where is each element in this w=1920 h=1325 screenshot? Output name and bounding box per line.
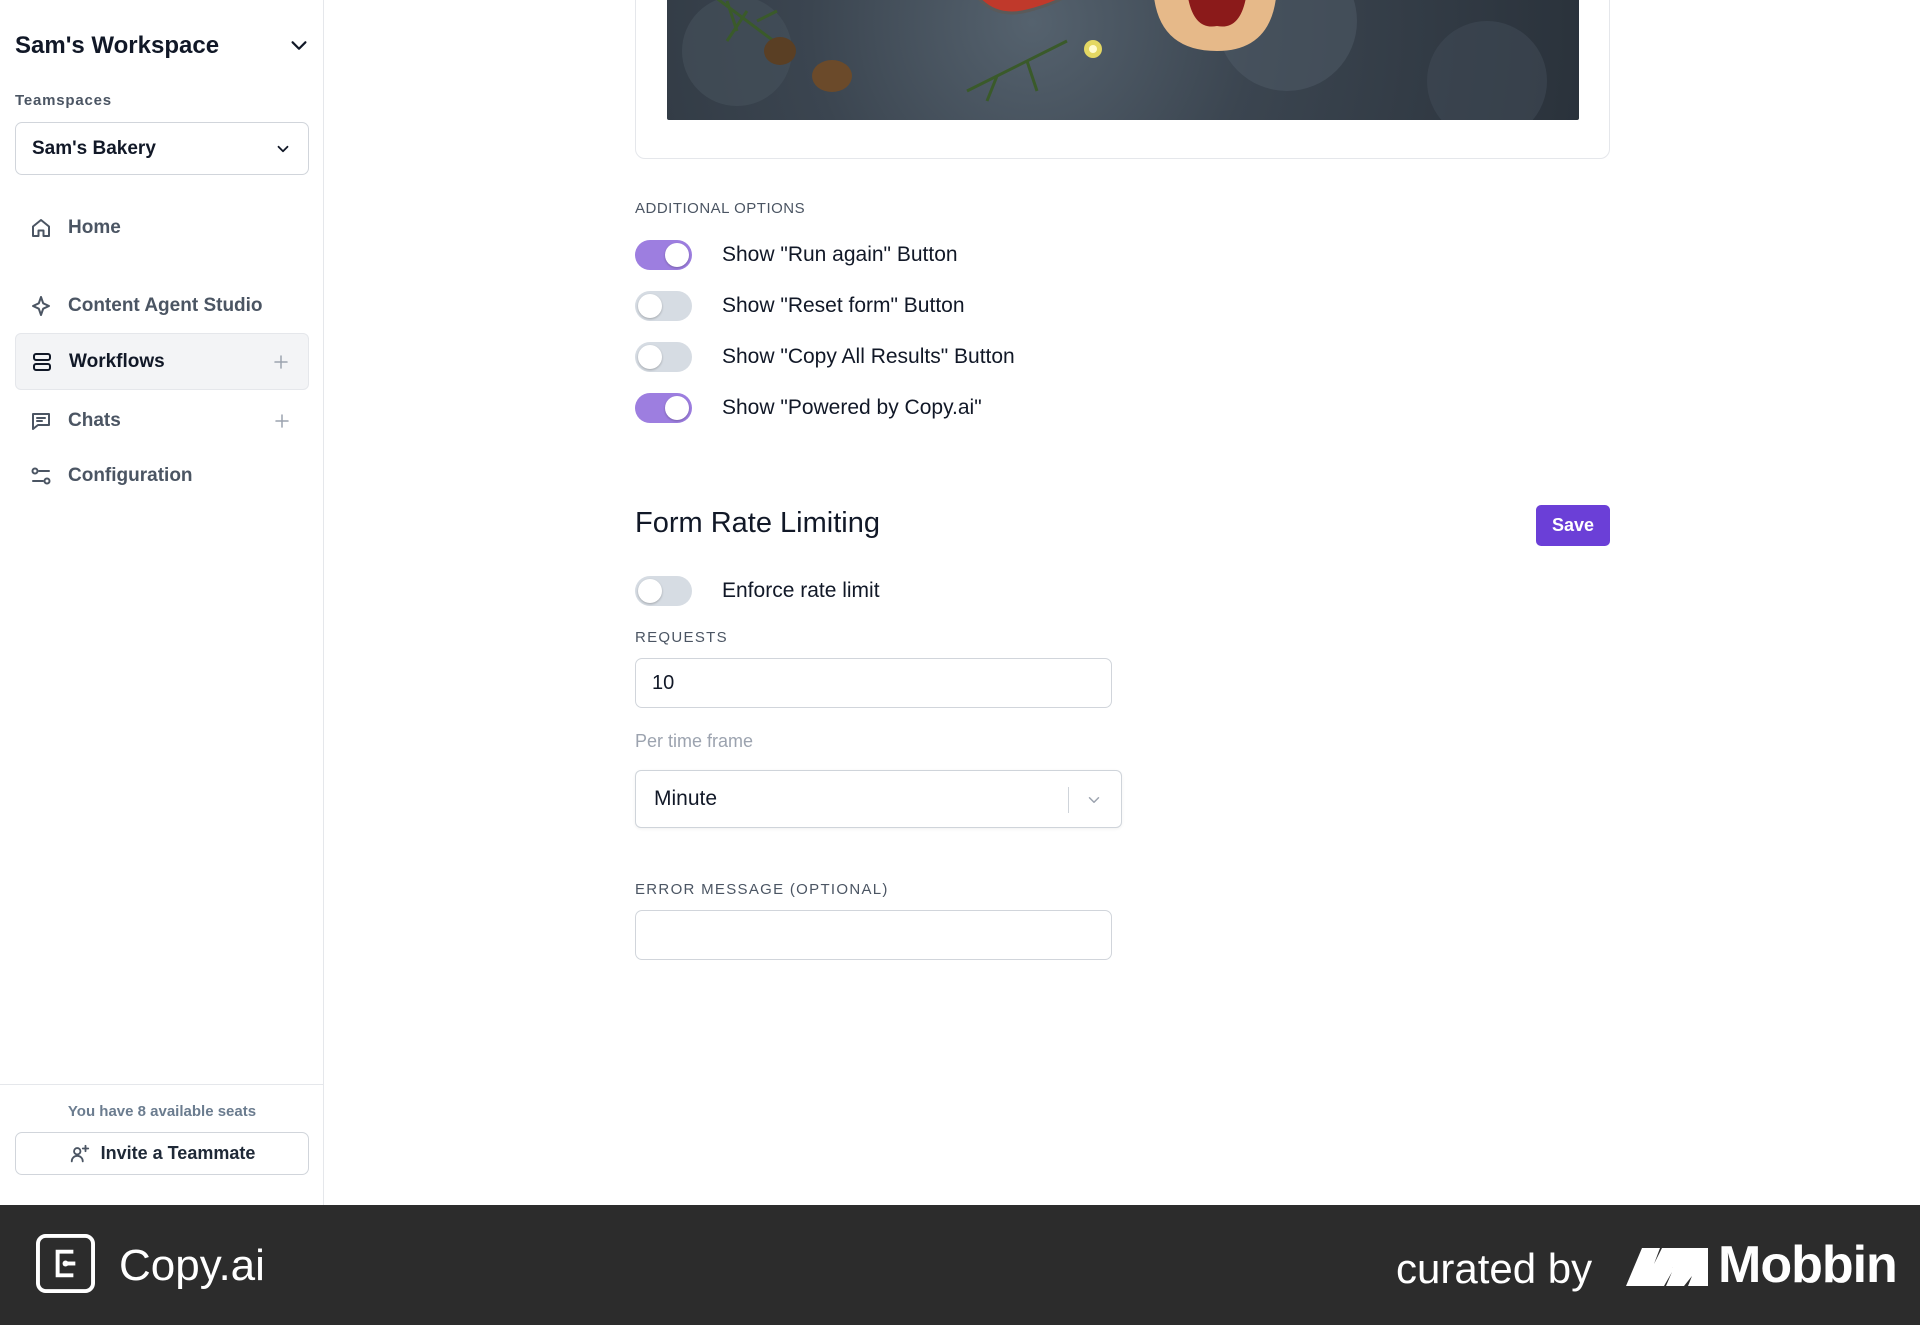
toggle-knob	[638, 294, 662, 318]
toggle-knob	[665, 243, 689, 267]
chevron-down-icon	[1088, 797, 1100, 803]
image-preview-card	[635, 0, 1610, 159]
option-label: Show "Powered by Copy.ai"	[722, 396, 982, 419]
sidebar-item-label: Home	[68, 216, 121, 238]
add-chat-plus-icon[interactable]	[273, 412, 291, 430]
sidebar-footer: You have 8 available seats Invite a Team…	[0, 1084, 324, 1205]
sparkle-icon	[29, 294, 53, 318]
teamspace-select[interactable]: Sam's Bakery	[15, 122, 309, 175]
add-workflow-plus-icon[interactable]	[272, 353, 290, 371]
mobbin-logo-icon	[1626, 1248, 1708, 1286]
select-separator	[1068, 787, 1069, 813]
brand-name: Copy.ai	[119, 1241, 265, 1290]
home-icon	[29, 216, 53, 240]
option-label: Show "Copy All Results" Button	[722, 345, 1015, 368]
invite-teammate-button[interactable]: Invite a Teammate	[15, 1132, 309, 1175]
time-frame-select[interactable]: Minute	[635, 770, 1122, 828]
requests-label: REQUESTS	[635, 629, 728, 646]
sliders-icon	[29, 464, 53, 488]
sidebar-item-label: Chats	[68, 409, 121, 431]
workspace-title: Sam's Workspace	[15, 32, 220, 59]
curated-by-text: curated by	[1396, 1245, 1593, 1292]
reset-form-toggle[interactable]	[635, 291, 692, 321]
option-label: Show "Run again" Button	[722, 243, 958, 266]
chevron-down-icon	[277, 145, 289, 152]
add-user-icon	[70, 1144, 89, 1162]
copy-ai-logo-icon	[36, 1234, 95, 1293]
enforce-rate-limit-row: Enforce rate limit	[635, 576, 880, 606]
enforce-rate-limit-label: Enforce rate limit	[722, 579, 880, 602]
sidebar-item-workflows[interactable]: Workflows	[15, 333, 309, 390]
toggle-knob	[638, 345, 662, 369]
error-message-label: ERROR MESSAGE (OPTIONAL)	[635, 881, 889, 898]
chat-icon	[29, 409, 53, 433]
powered-by-toggle[interactable]	[635, 393, 692, 423]
sidebar-item-label: Configuration	[68, 464, 193, 486]
time-frame-value: Minute	[654, 787, 718, 810]
teamspace-selected: Sam's Bakery	[32, 137, 156, 159]
sidebar: Sam's Workspace Teamspaces Sam's Bakery …	[0, 0, 324, 1205]
error-message-input[interactable]	[635, 910, 1112, 960]
sidebar-item-label: Content Agent Studio	[68, 294, 263, 316]
workflow-icon	[30, 350, 54, 374]
run-again-toggle[interactable]	[635, 240, 692, 270]
sidebar-item-configuration[interactable]: Configuration	[15, 447, 309, 504]
toggle-knob	[665, 396, 689, 420]
seats-text: You have 8 available seats	[67, 1103, 257, 1120]
mobbin-name: Mobbin	[1718, 1236, 1898, 1294]
invite-label: Invite a Teammate	[100, 1143, 256, 1163]
teamspaces-label: Teamspaces	[15, 92, 112, 109]
save-button[interactable]: Save	[1536, 505, 1610, 546]
time-frame-label: Per time frame	[635, 731, 754, 751]
app-window: Sam's Workspace Teamspaces Sam's Bakery …	[0, 0, 1920, 1205]
footer-banner: Copy.ai curated by Mobbin	[0, 1205, 1920, 1325]
toggle-knob	[638, 579, 662, 603]
chevron-down-icon	[291, 41, 307, 50]
option-row-copy-all-results: Show "Copy All Results" Button	[635, 342, 1015, 372]
option-row-reset-form: Show "Reset form" Button	[635, 291, 965, 321]
workspace-switcher[interactable]: Sam's Workspace	[15, 28, 310, 64]
copy-all-results-toggle[interactable]	[635, 342, 692, 372]
option-row-powered-by: Show "Powered by Copy.ai"	[635, 393, 982, 423]
cover-image	[667, 0, 1579, 120]
option-label: Show "Reset form" Button	[722, 294, 965, 317]
sidebar-item-chats[interactable]: Chats	[15, 392, 309, 449]
form-rate-limiting-title: Form Rate Limiting	[635, 507, 880, 539]
sidebar-item-label: Workflows	[69, 350, 165, 372]
additional-options-label: ADDITIONAL OPTIONS	[635, 200, 806, 217]
enforce-rate-limit-toggle[interactable]	[635, 576, 692, 606]
option-row-run-again: Show "Run again" Button	[635, 240, 958, 270]
requests-input[interactable]	[635, 658, 1112, 708]
sidebar-item-home[interactable]: Home	[15, 199, 309, 256]
sidebar-item-content-agent-studio[interactable]: Content Agent Studio	[15, 277, 309, 334]
